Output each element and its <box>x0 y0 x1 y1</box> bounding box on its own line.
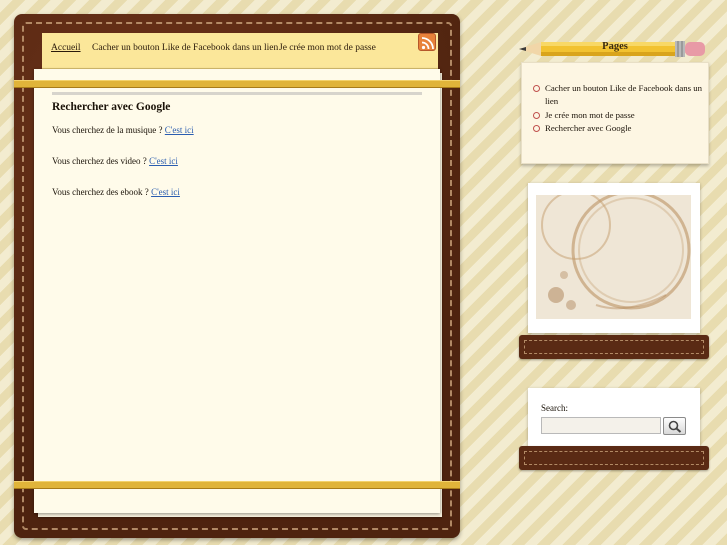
ebook-link[interactable]: C'est ici <box>151 187 180 197</box>
pages-widget-title: Pages <box>602 41 628 52</box>
photo-leather-strip <box>519 335 709 359</box>
post-line-text: Vous cherchez des video ? <box>52 156 147 166</box>
music-link[interactable]: C'est ici <box>165 125 194 135</box>
content-paper <box>34 69 440 513</box>
post-line-music: Vous cherchez de la musique ? C'est ici <box>52 125 194 135</box>
title-rule <box>52 92 422 95</box>
post-line-text: Vous cherchez de la musique ? <box>52 125 163 135</box>
search-input[interactable] <box>541 417 661 434</box>
post-line-video: Vous cherchez des video ? C'est ici <box>52 156 178 166</box>
post-line-text: Vous cherchez des ebook ? <box>52 187 149 197</box>
post-title: Rechercher avec Google <box>52 101 171 113</box>
main-nav: Accueil Cacher un bouton Like de Faceboo… <box>42 33 438 69</box>
search-label: Search: <box>541 403 568 413</box>
nav-item-create-password[interactable]: Je crée mon mot de passe <box>279 43 376 53</box>
nav-item-hide-like-button[interactable]: Cacher un bouton Like de Facebook dans u… <box>92 43 278 53</box>
post-line-ebook: Vous cherchez des ebook ? C'est ici <box>52 187 180 197</box>
bottom-gold-band <box>14 481 460 489</box>
top-gold-band <box>14 80 460 88</box>
search-leather-strip <box>519 446 709 470</box>
page-link-create-password[interactable]: Je crée mon mot de passe <box>533 109 703 122</box>
search-button[interactable] <box>663 417 686 435</box>
page-link-google-search[interactable]: Rechercher avec Google <box>533 122 703 135</box>
nav-item-home[interactable]: Accueil <box>51 43 81 53</box>
coffee-stain-image <box>536 195 691 319</box>
video-link[interactable]: C'est ici <box>149 156 178 166</box>
page-link-hide-like-button[interactable]: Cacher un bouton Like de Facebook dans u… <box>533 82 703 109</box>
rss-icon[interactable] <box>418 33 436 51</box>
pages-list: Cacher un bouton Like de Facebook dans u… <box>533 82 703 135</box>
magnifier-icon <box>668 420 682 433</box>
